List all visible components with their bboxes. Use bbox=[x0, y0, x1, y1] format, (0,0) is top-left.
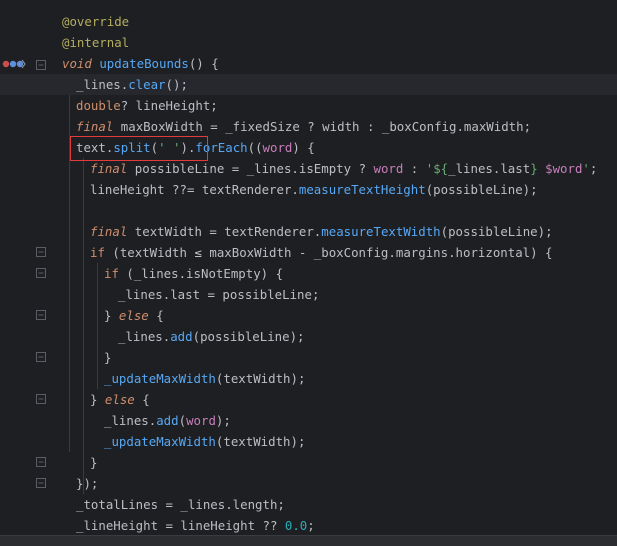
code-token: _totalLines = _lines.length; bbox=[76, 497, 285, 512]
code-line[interactable]: void updateBounds() { bbox=[55, 53, 617, 74]
code-line[interactable] bbox=[55, 200, 617, 221]
code-token: add bbox=[156, 413, 179, 428]
code-token: { bbox=[134, 392, 150, 407]
code-token: } bbox=[90, 455, 98, 470]
code-token: () { bbox=[188, 56, 219, 71]
code-token: (possibleLine); bbox=[440, 224, 553, 239]
code-token: }); bbox=[76, 476, 99, 491]
code-token: add bbox=[170, 329, 193, 344]
code-token: (_lines.isNotEmpty) { bbox=[118, 266, 284, 281]
code-token: (textWidth ≤ maxBoxWidth - _boxConfig.ma… bbox=[104, 245, 553, 260]
code-line[interactable]: final maxBoxWidth = _fixedSize ? width :… bbox=[55, 116, 617, 137]
code-editor[interactable]: @override @internal void updateBounds() {_… bbox=[0, 0, 617, 536]
code-token: { bbox=[148, 308, 164, 323]
code-token: (possibleLine); bbox=[425, 182, 538, 197]
code-token: (textWidth); bbox=[215, 371, 306, 386]
code-token: measureTextHeight bbox=[298, 182, 426, 197]
fold-collapse-icon[interactable] bbox=[36, 266, 46, 278]
code-line[interactable]: _updateMaxWidth(textWidth); bbox=[55, 431, 617, 452]
code-token: final bbox=[90, 161, 128, 176]
code-token: else bbox=[118, 308, 149, 323]
fold-collapse-icon[interactable] bbox=[36, 392, 46, 404]
code-line[interactable]: if (_lines.isNotEmpty) { bbox=[55, 263, 617, 284]
code-token: _lines. bbox=[76, 77, 129, 92]
code-line[interactable]: _updateMaxWidth(textWidth); bbox=[55, 368, 617, 389]
code-line[interactable]: double? lineHeight; bbox=[55, 95, 617, 116]
code-token: ; bbox=[589, 161, 598, 176]
code-token: word bbox=[262, 140, 293, 155]
code-token: : bbox=[403, 161, 426, 176]
code-token: ) { bbox=[292, 140, 315, 155]
code-line[interactable]: final possibleLine = _lines.isEmpty ? wo… bbox=[55, 158, 617, 179]
fold-collapse-icon[interactable] bbox=[36, 58, 46, 70]
code-token: ' bbox=[582, 161, 590, 176]
code-token: @internal bbox=[62, 35, 130, 50]
code-token: measureTextWidth bbox=[321, 224, 441, 239]
code-line[interactable]: lineHeight ??= textRenderer.measureTextH… bbox=[55, 179, 617, 200]
code-line[interactable]: @internal bbox=[55, 32, 617, 53]
code-token: final bbox=[76, 119, 114, 134]
code-line[interactable]: } bbox=[55, 347, 617, 368]
code-token: maxBoxWidth = _fixedSize ? width : _boxC… bbox=[113, 119, 532, 134]
code-token: final bbox=[90, 224, 128, 239]
code-token: if bbox=[104, 266, 119, 281]
code-token: ( bbox=[178, 413, 187, 428]
code-token: (possibleLine); bbox=[192, 329, 305, 344]
code-token: '${ bbox=[425, 161, 449, 176]
code-token: _updateMaxWidth bbox=[104, 371, 216, 386]
code-line[interactable]: } bbox=[55, 452, 617, 473]
code-token: (); bbox=[165, 77, 188, 92]
code-token: _lines.last = possibleLine; bbox=[118, 287, 320, 302]
code-token: ); bbox=[215, 413, 231, 428]
code-token: (textWidth); bbox=[215, 434, 306, 449]
code-token: _updateMaxWidth bbox=[104, 434, 216, 449]
code-line[interactable]: } else { bbox=[55, 389, 617, 410]
code-token: _lines.last bbox=[448, 161, 531, 176]
status-bar bbox=[0, 535, 617, 546]
code-line[interactable]: } else { bbox=[55, 305, 617, 326]
override-method-icon[interactable] bbox=[2, 58, 28, 70]
fold-collapse-icon[interactable] bbox=[36, 308, 46, 320]
code-line[interactable]: final textWidth = textRenderer.measureTe… bbox=[55, 221, 617, 242]
fold-expand-icon[interactable] bbox=[36, 350, 46, 362]
code-token: ? lineHeight; bbox=[120, 98, 218, 113]
code-token: lineHeight ??= textRenderer. bbox=[90, 182, 299, 197]
code-token: ; bbox=[307, 518, 315, 533]
code-token: possibleLine = _lines.isEmpty ? bbox=[127, 161, 374, 176]
code-token: } bbox=[104, 308, 119, 323]
code-token: _lines. bbox=[104, 413, 157, 428]
code-token: $word bbox=[545, 161, 583, 176]
code-token: word bbox=[373, 161, 404, 176]
code-line[interactable]: }); bbox=[55, 473, 617, 494]
code-line[interactable]: _lines.clear(); bbox=[0, 74, 617, 95]
fold-collapse-icon[interactable] bbox=[36, 245, 46, 257]
code-token: _lines. bbox=[118, 329, 171, 344]
code-token: else bbox=[104, 392, 135, 407]
code-token: word bbox=[186, 413, 216, 428]
code-line[interactable]: _lines.last = possibleLine; bbox=[55, 284, 617, 305]
code-line[interactable]: if (textWidth ≤ maxBoxWidth - _boxConfig… bbox=[55, 242, 617, 263]
code-token: void bbox=[62, 56, 92, 71]
code-token: } bbox=[90, 392, 105, 407]
code-line[interactable]: _lineHeight = lineHeight ?? 0.0; bbox=[55, 515, 617, 536]
code-token: } bbox=[104, 350, 112, 365]
code-token: (( bbox=[247, 140, 263, 155]
code-line[interactable]: @override bbox=[55, 11, 617, 32]
code-token: if bbox=[90, 245, 105, 260]
highlight-box bbox=[70, 136, 208, 161]
code-token: double bbox=[76, 98, 121, 113]
code-token: 0.0 bbox=[284, 518, 308, 533]
code-line[interactable]: _totalLines = _lines.length; bbox=[55, 494, 617, 515]
code-line[interactable]: _lines.add(possibleLine); bbox=[55, 326, 617, 347]
fold-expand-icon[interactable] bbox=[36, 476, 46, 488]
code-token: } bbox=[530, 161, 546, 176]
code-line[interactable]: _lines.add(word); bbox=[55, 410, 617, 431]
code-token: textWidth = textRenderer. bbox=[127, 224, 322, 239]
fold-expand-icon[interactable] bbox=[36, 455, 46, 467]
code-token: _lineHeight = lineHeight ?? bbox=[76, 518, 285, 533]
code-token: @override bbox=[62, 14, 130, 29]
code-token: clear bbox=[128, 77, 166, 92]
code-token: updateBounds bbox=[99, 56, 189, 71]
